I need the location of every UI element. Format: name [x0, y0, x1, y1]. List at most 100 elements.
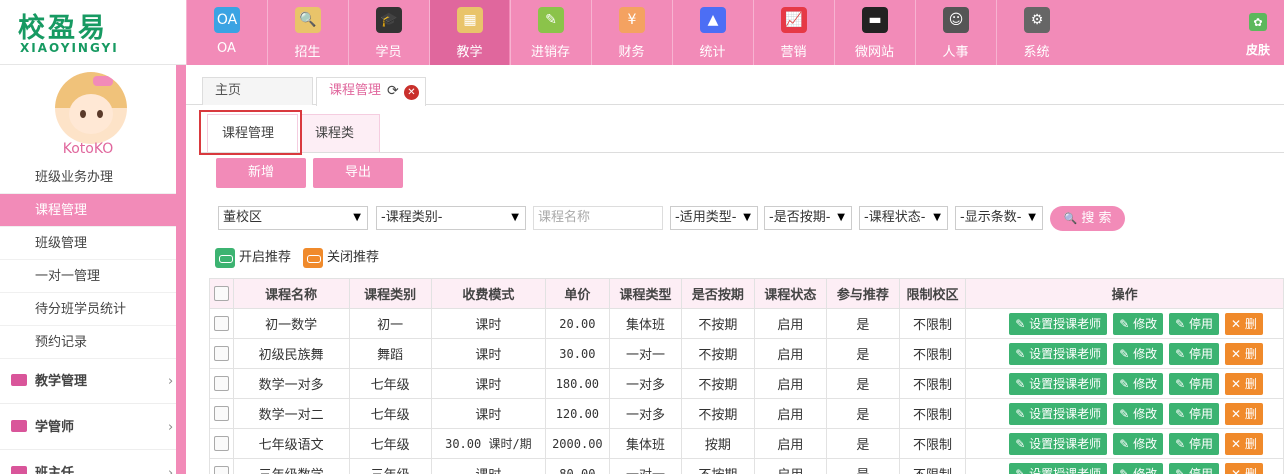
nav-gear[interactable]: ⚙ 系统: [996, 0, 1076, 65]
assign-teacher-button[interactable]: ✎ 设置授课老师: [1009, 372, 1108, 395]
row-checkbox[interactable]: [213, 376, 229, 391]
row-checkbox[interactable]: [213, 436, 229, 451]
tab-home[interactable]: 主页: [202, 77, 313, 105]
nav-student[interactable]: 🎓 学员: [348, 0, 428, 65]
nav-personnel[interactable]: ☺ 人事: [915, 0, 995, 65]
delete-button[interactable]: ✕ 删: [1225, 342, 1263, 365]
row-checkbox[interactable]: [213, 466, 229, 474]
search-label: 搜 索: [1081, 211, 1112, 226]
edit-icon: ✎: [1175, 316, 1186, 331]
column-header: 单价: [545, 278, 610, 309]
assign-teacher-button[interactable]: ✎ 设置授课老师: [1009, 432, 1108, 455]
select-all-checkbox[interactable]: [213, 286, 229, 301]
nav-monitor[interactable]: ▬ 微网站: [834, 0, 914, 65]
disable-recommend-button[interactable]: 关闭推荐: [303, 248, 379, 268]
edit-label: 修改: [1133, 346, 1158, 361]
edit-button[interactable]: ✎ 修改: [1113, 312, 1164, 335]
table-cell: 初级民族舞: [232, 338, 350, 369]
subtab-course-category[interactable]: 课程类别: [300, 114, 380, 179]
teaching-icon: ▦: [457, 7, 483, 33]
course-name-input[interactable]: 课程名称: [533, 206, 663, 230]
table-cell: 80.00: [545, 458, 610, 474]
table-cell: 30.00 课时/期: [430, 428, 547, 459]
sidebar-item[interactable]: 课程管理: [0, 194, 176, 227]
user-name[interactable]: KotoKO: [0, 141, 176, 157]
add-button[interactable]: 新增: [216, 158, 306, 188]
assign-teacher-button[interactable]: ✎ 设置授课老师: [1009, 312, 1108, 335]
top-nav-bar: 校盈易 XIAOYINGYI OA OA 🔍 招生 🎓 学员 ▦ 教学 ✎ 进销存 ¥ 财务 ▲ 统计 📈 营…: [0, 0, 1284, 65]
edit-button[interactable]: ✎ 修改: [1113, 462, 1164, 474]
disable-button[interactable]: ✎ 停用: [1169, 312, 1219, 335]
by-period-select[interactable]: -是否按期- ▼: [764, 206, 852, 230]
page-tabs-bar: 主页 课程管理: [186, 65, 1284, 106]
delete-button[interactable]: ✕ 删: [1225, 402, 1263, 425]
campus-select[interactable]: 董校区 ▼: [218, 206, 368, 230]
nav-finance[interactable]: ¥ 财务: [591, 0, 671, 65]
disable-button[interactable]: ✎ 停用: [1169, 372, 1219, 395]
refresh-icon[interactable]: ⟳: [387, 83, 399, 99]
edit-icon: ✎: [1015, 406, 1026, 421]
apply-type-select[interactable]: -适用类型- ▼: [670, 206, 758, 230]
sidebar-item[interactable]: 待分班学员统计: [0, 293, 176, 326]
status-select[interactable]: -课程状态- ▼: [859, 206, 948, 230]
delete-button[interactable]: ✕ 删: [1225, 462, 1263, 474]
edit-button[interactable]: ✎ 修改: [1113, 402, 1164, 425]
enable-recommend-button[interactable]: 开启推荐: [215, 248, 291, 268]
delete-button[interactable]: ✕ 删: [1225, 372, 1263, 395]
assign-teacher-label: 设置授课老师: [1029, 466, 1102, 474]
sidebar-group[interactable]: 班主任 ›: [0, 451, 176, 474]
table-row: 数学一对多 七年级 课时 180.00 一对多 不按期 启用是不限制 ✎ 设置授课老师 ✎ 修改…: [209, 368, 1284, 399]
avatar[interactable]: [55, 72, 127, 144]
export-button[interactable]: 导出: [313, 158, 403, 188]
sidebar-group[interactable]: 学管师 ›: [0, 405, 176, 450]
nav-statistics[interactable]: ▲ 统计: [672, 0, 752, 65]
nav-teaching[interactable]: ▦ 教学: [429, 0, 509, 65]
actions-cell: ✎ 设置授课老师 ✎ 修改 ✎ 停用 ✕ 删: [965, 368, 1284, 399]
search-button[interactable]: 🔍 搜 索: [1050, 206, 1125, 231]
category-select[interactable]: -课程类别- ▼: [376, 206, 526, 230]
edit-icon: ✎: [1015, 466, 1026, 474]
sidebar-group[interactable]: 教学管理 ›: [0, 359, 176, 404]
table-cell[interactable]: 不限制: [898, 458, 967, 474]
edit-button[interactable]: ✎ 修改: [1113, 342, 1164, 365]
row-checkbox[interactable]: [213, 316, 229, 331]
page-size-select[interactable]: -显示条数- ▼: [955, 206, 1043, 230]
nav-oa[interactable]: OA OA: [186, 0, 266, 65]
edit-button[interactable]: ✎ 修改: [1113, 372, 1164, 395]
delete-button[interactable]: ✕ 删: [1225, 432, 1263, 455]
close-icon: ✕: [1231, 346, 1242, 361]
table-cell[interactable]: 不限制: [898, 398, 967, 429]
table-cell[interactable]: 不限制: [898, 428, 967, 459]
table-cell[interactable]: 不限制: [898, 368, 967, 399]
row-checkbox[interactable]: [213, 346, 229, 361]
assign-teacher-button[interactable]: ✎ 设置授课老师: [1009, 342, 1108, 365]
table-cell: 初一: [348, 308, 432, 339]
table-cell[interactable]: 不限制: [898, 338, 967, 369]
disable-button[interactable]: ✎ 停用: [1169, 402, 1219, 425]
delete-button[interactable]: ✕ 删: [1225, 312, 1263, 335]
table-cell[interactable]: 不限制: [898, 308, 967, 339]
logo-text: 校盈易: [18, 13, 108, 44]
assign-teacher-button[interactable]: ✎ 设置授课老师: [1009, 402, 1108, 425]
subtab-course-management[interactable]: 课程管理: [207, 114, 298, 152]
edit-button[interactable]: ✎ 修改: [1113, 432, 1164, 455]
nav-marketing[interactable]: 📈 营销: [753, 0, 833, 65]
sidebar-item[interactable]: 班级业务办理: [0, 161, 176, 194]
sidebar-item[interactable]: 一对一管理: [0, 260, 176, 293]
row-checkbox[interactable]: [213, 406, 229, 421]
nav-enroll[interactable]: 🔍 招生: [267, 0, 347, 65]
close-tab-icon[interactable]: ✕: [404, 85, 419, 100]
disable-button[interactable]: ✎ 停用: [1169, 342, 1219, 365]
skin-button[interactable]: ✿ 皮肤: [1232, 0, 1284, 65]
sidebar-item[interactable]: 预约记录: [0, 326, 176, 359]
assign-teacher-button[interactable]: ✎ 设置授课老师: [1009, 462, 1108, 474]
table-cell: 启用: [753, 368, 828, 399]
sidebar-item[interactable]: 班级管理: [0, 227, 176, 260]
sidebar: KotoKO 班级业务办理 课程管理 班级管理 一对一管理 待分班学员统计 预约记录 教学管…: [0, 65, 186, 474]
nav-inventory[interactable]: ✎ 进销存: [510, 0, 590, 65]
disable-button[interactable]: ✎ 停用: [1169, 462, 1219, 474]
sidebar-group-label: 学管师: [35, 420, 75, 435]
sidebar-scrollbar[interactable]: [176, 65, 186, 474]
edit-icon: ✎: [1175, 376, 1186, 391]
disable-button[interactable]: ✎ 停用: [1169, 432, 1219, 455]
